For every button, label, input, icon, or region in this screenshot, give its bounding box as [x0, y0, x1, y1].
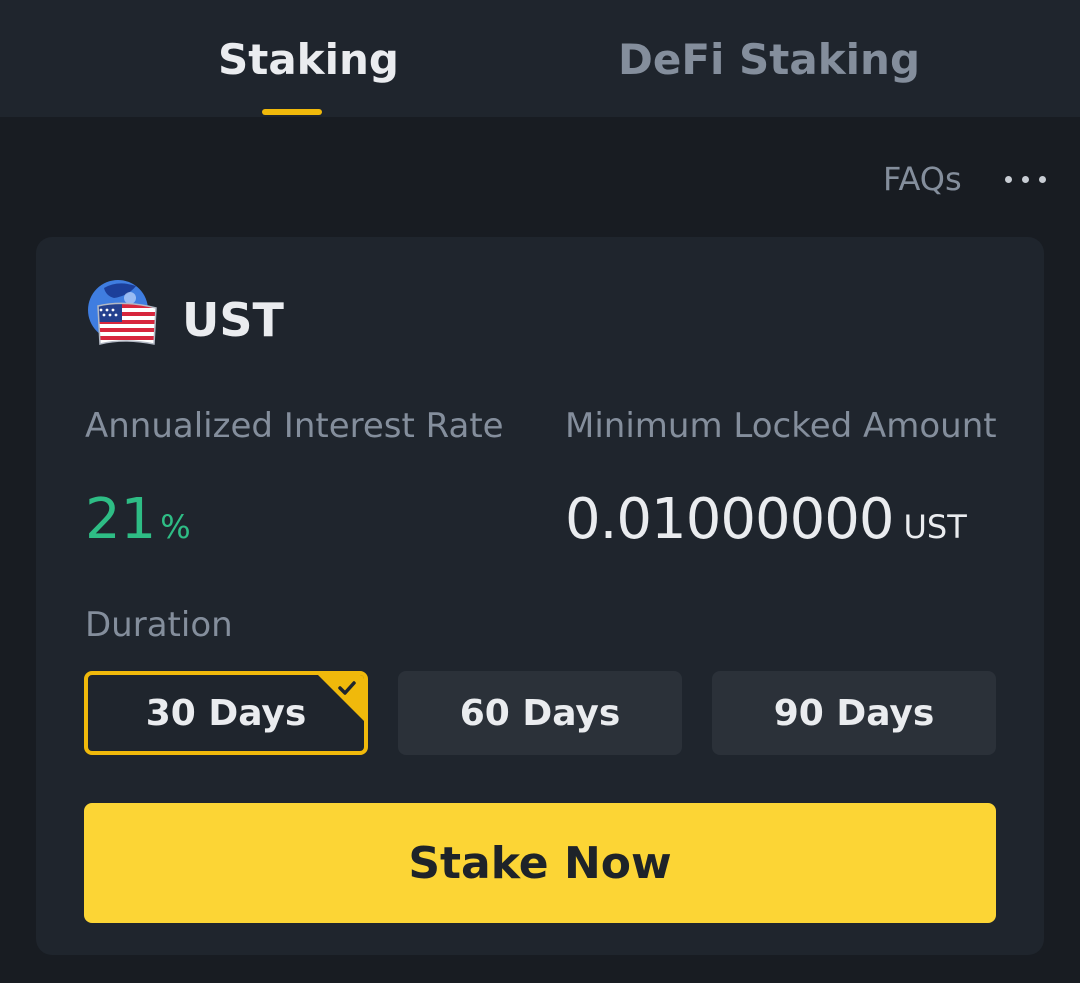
min-locked-label: Minimum Locked Amount [565, 406, 997, 446]
staking-page: Staking DeFi Staking FAQs UST Annualized… [0, 0, 1080, 983]
min-locked-value: 0.01000000 UST [565, 485, 967, 568]
faqs-link[interactable]: FAQs [883, 155, 962, 203]
min-locked-number: 0.01000000 [565, 487, 894, 552]
duration-option-label: 30 Days [145, 692, 307, 734]
min-locked-unit: UST [903, 508, 967, 546]
duration-option-30-days[interactable]: 30 Days [84, 671, 368, 755]
coin-name: UST [182, 293, 284, 347]
tab-staking[interactable]: Staking [218, 30, 399, 90]
apr-number: 21 [85, 487, 157, 552]
apr-label: Annualized Interest Rate [85, 406, 504, 446]
apr-unit: % [160, 508, 191, 546]
duration-option-60-days[interactable]: 60 Days [398, 671, 682, 755]
stake-now-button[interactable]: Stake Now [84, 803, 996, 923]
selected-check-icon [318, 675, 364, 721]
tab-bar: Staking DeFi Staking [0, 0, 1080, 117]
more-options-icon[interactable] [1000, 160, 1050, 200]
tab-defi-staking[interactable]: DeFi Staking [618, 30, 920, 90]
ust-coin-icon [88, 280, 157, 345]
active-tab-indicator [262, 109, 322, 115]
duration-option-label: 90 Days [773, 692, 935, 734]
duration-label: Duration [85, 605, 233, 645]
duration-option-90-days[interactable]: 90 Days [712, 671, 996, 755]
apr-value: 21% [85, 485, 191, 568]
duration-option-label: 60 Days [459, 692, 621, 734]
